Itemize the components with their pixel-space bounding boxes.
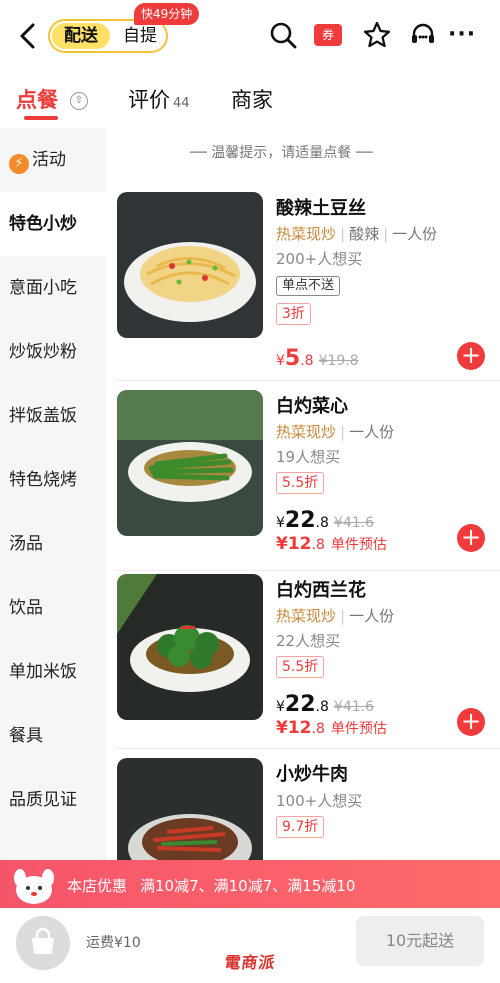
joy-dog-mascot-icon bbox=[14, 869, 54, 904]
dish-photo bbox=[117, 574, 263, 720]
item-divider bbox=[116, 380, 500, 381]
review-count: 44 bbox=[173, 96, 190, 111]
want-count: 100+人想买 bbox=[276, 792, 363, 810]
reminder-tip: ── 温馨提示，请适量点餐 ── bbox=[190, 145, 373, 161]
original-price: ¥19.8 bbox=[318, 353, 359, 369]
no-single-delivery-badge: 单点不送 bbox=[276, 276, 341, 296]
sidebar-item-soup[interactable]: 汤品 bbox=[0, 512, 106, 576]
estimated-unit-price: ¥12.8 单件预估 bbox=[276, 534, 387, 554]
tab-order[interactable]: 点餐 bbox=[16, 84, 58, 114]
promotion-title: 本店优惠 bbox=[67, 877, 128, 895]
checkout-bar: 运费¥10 電商派 10元起送 bbox=[0, 908, 500, 983]
flash-icon: ⚡ bbox=[9, 154, 29, 174]
want-count: 22人想买 bbox=[276, 632, 341, 650]
sidebar-item-bbq[interactable]: 特色烧烤 bbox=[0, 448, 106, 512]
delivery-tab[interactable]: 配送 bbox=[52, 23, 110, 49]
top-header: 配送 自提 快49分钟 券 ··· bbox=[0, 0, 500, 72]
want-count: 200+人想买 bbox=[276, 250, 363, 268]
sidebar-item-quality-proof[interactable]: 品质见证 bbox=[0, 768, 106, 832]
dish-tags: 热菜现炒 | 一人份 bbox=[276, 423, 395, 441]
active-tab-underline bbox=[24, 116, 58, 120]
sidebar-item-tableware[interactable]: 餐具 bbox=[0, 704, 106, 768]
estimated-unit-price: ¥12.8 单件预估 bbox=[276, 718, 387, 738]
menu-item[interactable]: 小炒牛肉 100+人想买 9.7折 bbox=[106, 758, 500, 860]
menu-item[interactable]: 酸辣土豆丝 热菜现炒 | 酸辣 | 一人份 200+人想买 单点不送 3折 ¥5.8 ¥1… bbox=[106, 190, 500, 380]
item-divider bbox=[116, 570, 500, 571]
dish-price: ¥22.8 ¥41.6 bbox=[276, 692, 374, 717]
sidebar-item-pasta-snacks[interactable]: 意面小吃 bbox=[0, 256, 106, 320]
dish-name: 白灼西兰花 bbox=[276, 580, 366, 601]
store-promotion-bar[interactable]: 本店优惠 满10减7、满10减7、满15减10 bbox=[0, 860, 500, 908]
coupon-icon[interactable]: 券 bbox=[314, 24, 342, 46]
sidebar-item-activity[interactable]: ⚡ 活动 bbox=[0, 128, 106, 192]
dish-name: 白灼菜心 bbox=[276, 396, 348, 417]
sidebar-item-rice-bowls[interactable]: 拌饭盖饭 bbox=[0, 384, 106, 448]
dish-photo bbox=[117, 192, 263, 338]
star-favorite-icon[interactable] bbox=[362, 20, 392, 50]
sidebar-item-drinks[interactable]: 饮品 bbox=[0, 576, 106, 640]
dish-tags: 热菜现炒 | 一人份 bbox=[276, 607, 395, 625]
category-sidebar: ⚡ 活动 特色小炒 意面小吃 炒饭炒粉 拌饭盖饭 特色烧烤 汤品 饮品 单加米饭 … bbox=[0, 128, 106, 860]
back-arrow-icon[interactable] bbox=[14, 20, 42, 52]
dish-photo bbox=[117, 390, 263, 536]
watermark-logo: 電商派 bbox=[223, 953, 277, 972]
search-icon[interactable] bbox=[268, 20, 298, 50]
discount-badge: 5.5折 bbox=[276, 656, 325, 678]
discount-badge: 9.7折 bbox=[276, 816, 325, 838]
more-options-icon[interactable]: ··· bbox=[448, 22, 478, 48]
discount-badge: 5.5折 bbox=[276, 472, 325, 494]
sidebar-item-extra-rice[interactable]: 单加米饭 bbox=[0, 640, 106, 704]
original-price: ¥41.6 bbox=[333, 515, 374, 531]
add-to-cart-button[interactable]: + bbox=[457, 342, 485, 370]
dish-price: ¥5.8 ¥19.8 bbox=[276, 346, 359, 371]
tab-reviews[interactable]: 评价 44 bbox=[128, 84, 190, 114]
pickup-tab[interactable]: 自提 bbox=[116, 23, 164, 49]
shopping-bag-icon[interactable] bbox=[16, 916, 70, 970]
delivery-fee: 运费¥10 bbox=[86, 935, 141, 951]
sidebar-item-specialty-stir-fry[interactable]: 特色小炒 bbox=[0, 192, 106, 256]
original-price: ¥41.6 bbox=[333, 699, 374, 715]
dish-name: 小炒牛肉 bbox=[276, 764, 348, 785]
customer-service-icon[interactable] bbox=[408, 20, 438, 50]
dish-price: ¥22.8 ¥41.6 bbox=[276, 508, 374, 533]
want-count: 19人想买 bbox=[276, 448, 341, 466]
promotion-offers: 满10减7、满10减7、满15减10 bbox=[140, 877, 356, 895]
pickup-speed-badge: 快49分钟 bbox=[134, 3, 200, 25]
add-to-cart-button[interactable]: + bbox=[457, 708, 485, 736]
item-divider bbox=[116, 748, 500, 749]
dish-tags: 热菜现炒 | 酸辣 | 一人份 bbox=[276, 225, 438, 243]
dish-name: 酸辣土豆丝 bbox=[276, 198, 366, 219]
menu-item[interactable]: 白灼菜心 热菜现炒 | 一人份 19人想买 5.5折 ¥22.8 ¥41.6 ¥12.… bbox=[106, 390, 500, 570]
dish-photo bbox=[117, 758, 263, 860]
add-to-cart-button[interactable]: + bbox=[457, 524, 485, 552]
discount-badge: 3折 bbox=[276, 303, 311, 325]
tab-merchant[interactable]: 商家 bbox=[231, 84, 273, 114]
min-order-button[interactable]: 10元起送 bbox=[356, 916, 484, 966]
view-switch-icon[interactable]: ⇧ bbox=[70, 92, 88, 110]
sidebar-item-fried-rice-noodles[interactable]: 炒饭炒粉 bbox=[0, 320, 106, 384]
menu-item[interactable]: 白灼西兰花 热菜现炒 | 一人份 22人想买 5.5折 ¥22.8 ¥41.6 ¥12… bbox=[106, 574, 500, 750]
